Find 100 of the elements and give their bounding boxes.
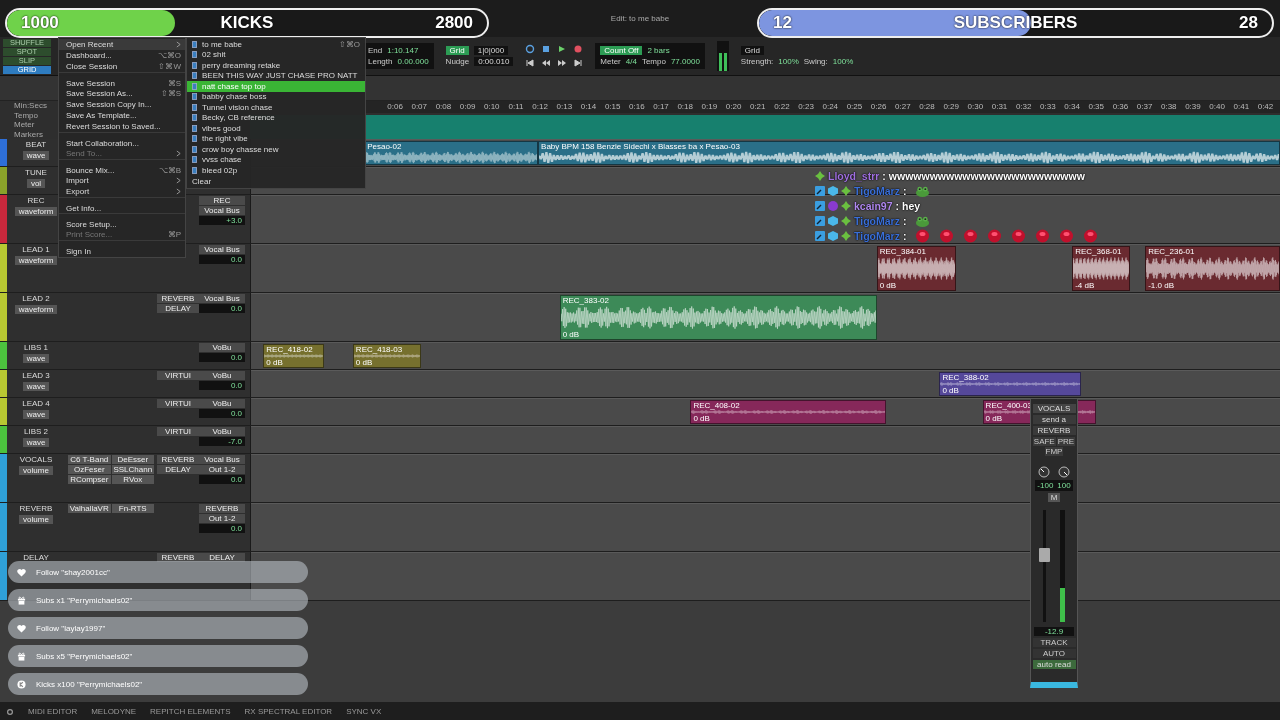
recent-session-item[interactable]: the right vibe [187, 133, 365, 144]
insert-slot[interactable]: RCompser [68, 475, 111, 484]
menu-item[interactable]: Export [59, 186, 185, 197]
io-selector[interactable]: VoBu [199, 399, 245, 408]
return-to-start-icon[interactable] [525, 58, 536, 68]
track-view-selector[interactable]: waveform [14, 207, 58, 216]
audio-clip[interactable]: REC_383-02 0 dB [559, 295, 877, 340]
insert-slot[interactable]: ValhallaVR [68, 504, 111, 513]
send-slot[interactable]: REVERB [157, 294, 199, 303]
recent-session-item[interactable]: perry dreaming retake [187, 60, 365, 71]
fader-handle[interactable] [1039, 547, 1050, 562]
insert-slot[interactable]: RVox [111, 475, 154, 484]
send-slot[interactable]: REVERB [157, 455, 199, 464]
track-name[interactable]: LEAD 3 [22, 371, 50, 380]
quantize-grid-field[interactable]: Grid [740, 46, 764, 55]
plugin-tab[interactable]: MELODYNE [91, 707, 137, 716]
menu-item[interactable]: Import [59, 175, 185, 186]
track-name[interactable]: LIBS 1 [24, 343, 48, 352]
record-icon[interactable] [573, 44, 584, 54]
io-selector[interactable]: Vocal Bus [199, 206, 245, 215]
track-name[interactable]: REC [27, 196, 45, 205]
io-selector[interactable]: VoBu [199, 427, 245, 436]
recent-session-item[interactable]: 02 shit [187, 49, 365, 60]
track-view-selector[interactable]: vol [26, 179, 46, 188]
io-selector[interactable]: Out 1-2 [199, 465, 245, 474]
send-slot[interactable]: VIRTUI [157, 371, 199, 380]
stop-icon[interactable] [541, 44, 552, 54]
track-view-selector[interactable]: volume [19, 466, 53, 475]
recent-session-item[interactable]: crow boy chasse new [187, 144, 365, 155]
audio-clip[interactable]: REC_368-01 -4 dB [1072, 246, 1130, 291]
plugin-tab[interactable]: RX SPECTRAL EDITOR [244, 707, 333, 716]
automation-mode-selector[interactable]: auto read [1032, 660, 1076, 669]
track-view-selector[interactable]: wave [22, 382, 50, 391]
nudge-value-field[interactable]: 0:00.010 [474, 57, 514, 66]
track-view-selector[interactable]: waveform [14, 305, 58, 314]
menu-item[interactable]: Open Recent [59, 39, 185, 50]
send-selector[interactable]: send a [1032, 415, 1076, 424]
audio-clip[interactable]: REC_418-02 0 dB [263, 344, 325, 368]
audio-clip[interactable]: REC_408-02 0 dB [690, 400, 886, 424]
send-slot[interactable]: VIRTUI [157, 427, 199, 436]
track-view-selector[interactable]: wave [22, 438, 50, 447]
plugin-tab[interactable]: SYNC VX [346, 707, 382, 716]
audio-clip[interactable]: REC_418-03 0 dB [352, 344, 421, 368]
recent-session-item[interactable]: Becky, CB reference [187, 112, 365, 123]
track-view-selector[interactable]: wave [22, 354, 50, 363]
recent-session-item[interactable]: vibes good [187, 123, 365, 134]
track-name[interactable]: LEAD 1 [22, 245, 50, 254]
plugin-tab[interactable]: REPITCH ELEMENTS [150, 707, 231, 716]
send-option-button[interactable]: SAFE [1032, 437, 1056, 446]
send-slot[interactable]: DELAY [157, 465, 199, 474]
mute-button[interactable]: M [1047, 493, 1061, 502]
menu-item[interactable]: Score Setup... [59, 213, 185, 229]
track-name[interactable]: LEAD 2 [22, 294, 50, 303]
io-selector[interactable]: VoBu [199, 343, 245, 352]
recent-session-item[interactable]: bleed 02p [187, 165, 365, 176]
count-off-button[interactable]: Count Off [600, 46, 643, 55]
insert-slot[interactable]: SSLChann [111, 465, 154, 474]
track-name[interactable]: REVERB [19, 504, 53, 513]
track-view-selector[interactable]: wave [22, 151, 50, 160]
track-name-button[interactable]: VOCALS [1032, 404, 1076, 413]
menu-item[interactable]: Save Session ⌘S [59, 72, 185, 88]
pan-knob[interactable] [1038, 466, 1050, 478]
clear-menu-item[interactable]: Clear [187, 176, 365, 187]
menu-item[interactable]: Dashboard... ⌥⌘O [59, 50, 185, 61]
rewind-icon[interactable] [541, 58, 552, 68]
track-name[interactable]: BEAT [25, 140, 47, 149]
menu-item[interactable]: Revert Session to Saved... [59, 121, 185, 132]
insert-slot[interactable]: DeEsser [111, 455, 154, 464]
io-selector[interactable]: Out 1-2 [199, 514, 245, 523]
loop-icon[interactable] [525, 44, 536, 54]
insert-slot[interactable]: Fn-RTS [111, 504, 154, 513]
recent-session-item[interactable]: BEEN THIS WAY JUST CHASE PRO NATT [187, 70, 365, 81]
track-name[interactable]: VOCALS [19, 455, 53, 464]
track-name[interactable]: LIBS 2 [24, 427, 48, 436]
insert-slot[interactable]: OzFeser [68, 465, 111, 474]
io-selector[interactable]: DELAY [199, 553, 245, 562]
menu-item[interactable]: Save Session As... ⇧⌘S [59, 88, 185, 99]
recent-session-item[interactable]: babby chase boss [187, 91, 365, 102]
send-option-button[interactable]: FMP [1044, 447, 1064, 456]
io-selector[interactable]: Vocal Bus [199, 294, 245, 303]
go-to-end-icon[interactable] [573, 58, 584, 68]
track-name[interactable]: TUNE [25, 168, 47, 177]
send-target-selector[interactable]: REVERB [1032, 426, 1076, 435]
send-slot[interactable]: DELAY [157, 304, 199, 313]
menu-item[interactable]: Get Info... [59, 197, 185, 213]
track-view-selector[interactable]: volume [19, 515, 53, 524]
menu-item[interactable]: Close Session ⇧⌘W [59, 61, 185, 72]
track-name[interactable]: DELAY [23, 553, 49, 562]
grid-value-field[interactable]: 1|0|000 [473, 46, 509, 55]
audio-clip[interactable]: Baby BPM 158 Benzie Sidechi x Blasses ba x Pesao-03 [538, 141, 1280, 165]
track-view-selector[interactable]: wave [22, 410, 50, 419]
recent-session-item[interactable]: Tunnel vision chase [187, 102, 365, 113]
recent-session-item[interactable]: vvss chase [187, 154, 365, 165]
menu-item[interactable]: Start Collaboration... [59, 132, 185, 148]
menu-item[interactable]: Save As Template... [59, 110, 185, 121]
audio-clip[interactable]: REC_388-02 0 dB [939, 372, 1082, 396]
io-selector[interactable]: Vocal Bus [199, 455, 245, 464]
plugin-tab[interactable]: MIDI EDITOR [28, 707, 78, 716]
audio-clip[interactable]: Pesao-02 [364, 141, 539, 165]
audio-clip[interactable]: REC_236-01 -1.0 dB [1145, 246, 1280, 291]
